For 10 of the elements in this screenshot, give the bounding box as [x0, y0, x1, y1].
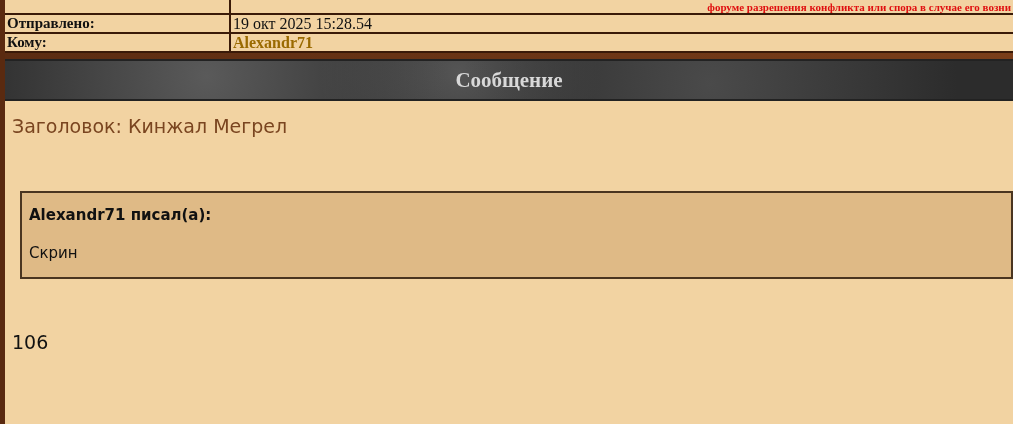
message-text: 106 [12, 331, 50, 353]
quote-text: Скрин [29, 244, 79, 262]
field-label: Отправлено: [5, 15, 231, 32]
message-subject: Заголовок: Кинжал Мегрел [12, 114, 289, 139]
user-link[interactable]: Alexandr71 [231, 34, 1013, 51]
section-title: Сообщение [455, 67, 563, 93]
quote-author: Alexandr71 писал(а): [29, 206, 213, 224]
notice-text: форуме разрешения конфликта или спора в случае его возни [707, 1, 1011, 13]
field-value: 19 окт 2025 15:28.54 [231, 15, 1013, 32]
field-label: Кому: [5, 34, 231, 51]
